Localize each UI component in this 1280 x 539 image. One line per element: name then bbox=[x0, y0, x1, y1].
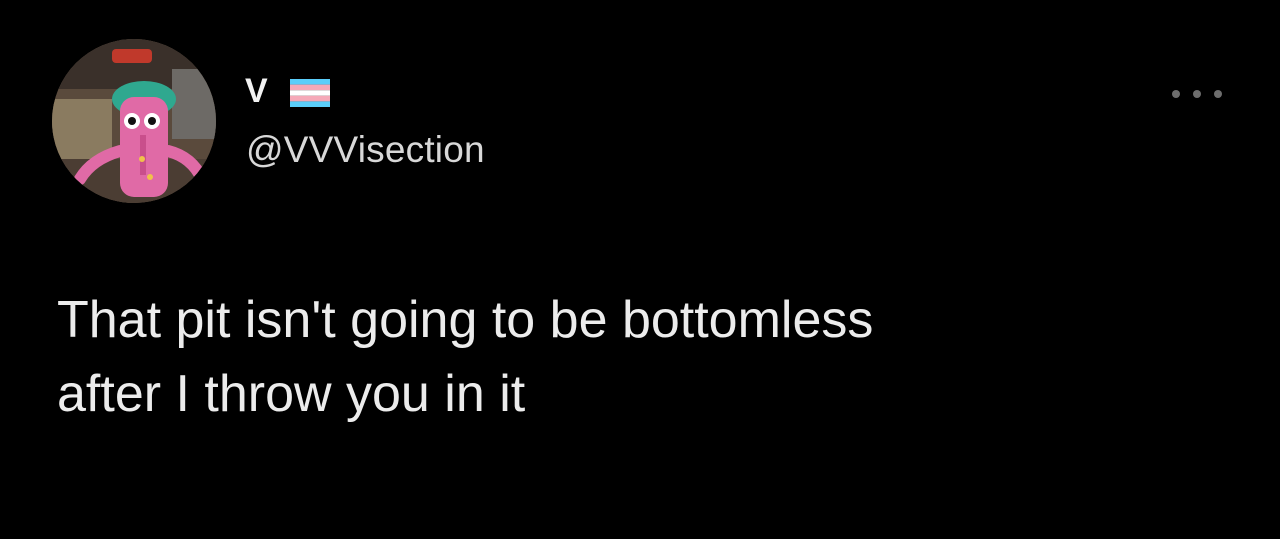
more-dot bbox=[1193, 90, 1201, 98]
user-name-row[interactable]: V bbox=[245, 70, 330, 112]
tweet-text: That pit isn't going to be bottomless af… bbox=[57, 291, 874, 423]
avatar[interactable] bbox=[52, 39, 216, 203]
transgender-flag-icon bbox=[289, 79, 330, 107]
user-handle[interactable]: @VVVisection bbox=[246, 128, 485, 172]
more-dot bbox=[1172, 90, 1180, 98]
display-name[interactable]: V bbox=[245, 71, 268, 111]
tweet-card: V @VVVisection That pit isn't going to b… bbox=[0, 0, 1280, 539]
more-dot bbox=[1214, 90, 1222, 98]
avatar-image bbox=[52, 39, 216, 203]
more-options-icon[interactable] bbox=[1172, 84, 1222, 104]
